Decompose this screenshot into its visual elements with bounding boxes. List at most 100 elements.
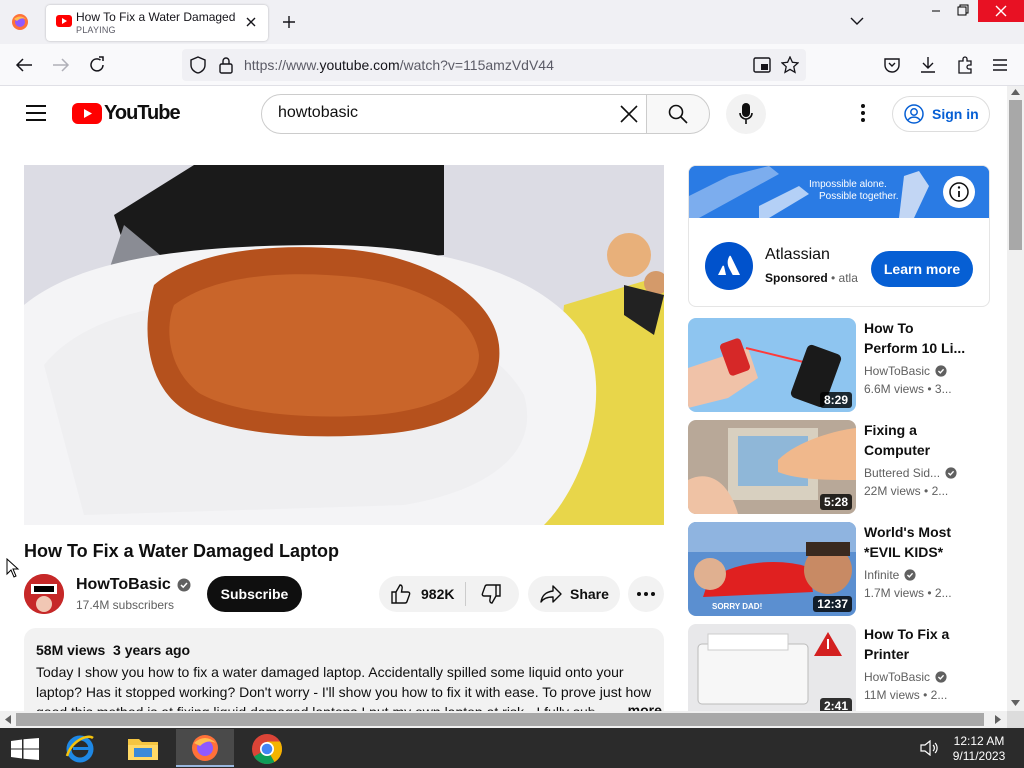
address-bar[interactable]: https://www.youtube.com/watch?v=115amzVd… (182, 49, 806, 81)
learn-more-button[interactable]: Learn more (871, 251, 973, 287)
forward-arrow-icon[interactable] (52, 57, 70, 73)
video-duration: 5:28 (819, 494, 852, 510)
thumbnail-caption: SORRY DAD! (712, 602, 763, 611)
minimize-window-button[interactable] (924, 0, 948, 22)
recommendation-item[interactable]: 8:29 How To Perform 10 Li... HowToBasic … (688, 318, 990, 412)
recommendation-title-line1: World's Most (864, 524, 952, 540)
recommendation-channel-row: Infinite (864, 568, 916, 582)
description-text: Today I show you how to fix a water dama… (36, 664, 652, 711)
restore-window-button[interactable] (950, 0, 974, 22)
recommendation-thumbnail[interactable]: 2:41 (688, 624, 856, 711)
reload-icon[interactable] (88, 56, 106, 74)
lock-icon[interactable] (219, 56, 233, 74)
picture-in-picture-icon[interactable] (753, 57, 771, 73)
firefox-taskbar-button[interactable] (176, 729, 234, 767)
new-tab-icon[interactable] (282, 15, 296, 29)
system-clock[interactable]: 12:12 AM 9/11/2023 (948, 734, 1010, 764)
recommendation-thumbnail[interactable]: 5:28 (688, 420, 856, 514)
recommendation-meta: 1.7M views • 2... (864, 586, 952, 600)
recommendation-title-line1: How To (864, 320, 914, 336)
recommendation-thumbnail[interactable]: 8:29 (688, 318, 856, 412)
recommendation-channel-row: HowToBasic (864, 670, 947, 684)
vertical-scrollbar[interactable] (1007, 86, 1024, 711)
close-tab-icon[interactable] (245, 16, 257, 28)
ad-banner-line1: Impossible alone. (809, 179, 887, 190)
vertical-scrollbar-thumb[interactable] (1009, 100, 1022, 250)
youtube-watch-page: YouTube Sign in (0, 86, 1007, 711)
like-button[interactable]: 982K (379, 576, 465, 612)
list-tabs-chevron-down-icon[interactable] (850, 16, 864, 26)
scroll-down-arrow-icon[interactable] (1011, 700, 1020, 706)
microphone-icon (739, 103, 753, 125)
dislike-button[interactable] (466, 576, 519, 612)
close-window-button[interactable] (978, 0, 1024, 22)
channel-avatar[interactable] (24, 574, 64, 614)
account-icon (904, 104, 924, 124)
settings-more-vertical-icon[interactable] (860, 104, 866, 122)
internet-explorer-icon[interactable] (64, 732, 96, 764)
channel-name[interactable]: HowToBasic (76, 576, 171, 594)
back-arrow-icon[interactable] (15, 57, 33, 73)
search-input[interactable] (278, 104, 608, 122)
channel-name-row: HowToBasic (76, 576, 191, 594)
browser-tab-active[interactable]: How To Fix a Water Damaged Laptop - YouT… (46, 5, 268, 41)
recommendation-meta: 22M views • 2... (864, 484, 949, 498)
recommendation-title-line1: Fixing a (864, 422, 917, 438)
recommendation-title-line1: How To Fix a (864, 626, 950, 642)
video-title: How To Fix a Water Damaged Laptop (24, 541, 340, 561)
volume-speaker-icon[interactable] (920, 740, 938, 756)
description-box[interactable]: 58M views 3 years ago Today I show you h… (24, 628, 664, 711)
bookmark-star-icon[interactable] (781, 56, 799, 74)
sign-in-label: Sign in (932, 106, 979, 122)
file-explorer-icon[interactable] (126, 733, 160, 763)
youtube-logo[interactable]: YouTube (72, 101, 181, 125)
firefox-view-icon[interactable] (11, 13, 29, 31)
recommendation-item[interactable]: 2:41 How To Fix a Printer HowToBasic 11M… (688, 624, 990, 711)
windows-start-icon[interactable] (11, 738, 39, 760)
guide-menu-icon[interactable] (26, 105, 46, 121)
video-player[interactable] (24, 165, 664, 525)
recommendation-thumbnail[interactable]: SORRY DAD! 12:37 (688, 522, 856, 616)
horizontal-scrollbar[interactable] (0, 711, 1007, 728)
share-button[interactable]: Share (528, 576, 620, 612)
horizontal-scrollbar-thumb[interactable] (16, 713, 984, 726)
search-button[interactable] (646, 94, 710, 134)
advertiser-logo[interactable] (705, 242, 753, 290)
ad-info-button[interactable] (943, 176, 975, 208)
ad-banner[interactable]: Impossible alone. Possible together. (689, 166, 989, 218)
video-duration: 8:29 (819, 392, 852, 408)
recommendation-item[interactable]: SORRY DAD! 12:37 World's Most *EVIL KIDS… (688, 522, 990, 616)
recommendation-title-line2: Printer (864, 646, 910, 662)
view-count: 58M views (36, 642, 106, 658)
scroll-right-arrow-icon[interactable] (995, 715, 1001, 724)
menu-hamburger-icon[interactable] (992, 58, 1008, 72)
subscribe-button[interactable]: Subscribe (207, 576, 302, 612)
show-more-link[interactable]: ...more (616, 702, 662, 711)
scrollbar-corner (1007, 711, 1024, 728)
advertiser-name: Atlassian (765, 246, 830, 263)
pocket-icon[interactable] (884, 57, 900, 73)
downloads-icon[interactable] (920, 56, 936, 74)
clock-date: 9/11/2023 (952, 749, 1006, 763)
search-box[interactable] (261, 94, 647, 134)
recommendation-item[interactable]: 5:28 Fixing a Computer Buttered Sid... 2… (688, 420, 990, 514)
youtube-logo-icon (72, 102, 102, 124)
scroll-left-arrow-icon[interactable] (5, 715, 11, 724)
sponsored-ad-card[interactable]: Impossible alone. Possible together. Atl… (688, 165, 990, 307)
more-actions-button[interactable] (628, 576, 664, 612)
sponsored-row: Sponsored • atla (765, 271, 858, 285)
scroll-up-arrow-icon[interactable] (1011, 89, 1020, 95)
tracking-protection-shield-icon[interactable] (190, 56, 206, 74)
extensions-icon[interactable] (956, 56, 974, 74)
recommendation-title-line2: Computer (864, 442, 931, 458)
url-text: https://www.youtube.com/watch?v=115amzVd… (244, 57, 554, 73)
sign-in-button[interactable]: Sign in (892, 96, 990, 132)
like-dislike-segmented-button: 982K (379, 576, 519, 612)
sponsored-label: Sponsored (765, 271, 828, 285)
voice-search-button[interactable] (726, 94, 766, 134)
chrome-icon[interactable] (251, 733, 283, 765)
more-horizontal-icon (637, 592, 655, 596)
thumbs-down-icon (481, 584, 501, 604)
clock-time: 12:12 AM (953, 734, 1005, 748)
clear-search-icon[interactable] (619, 104, 639, 124)
